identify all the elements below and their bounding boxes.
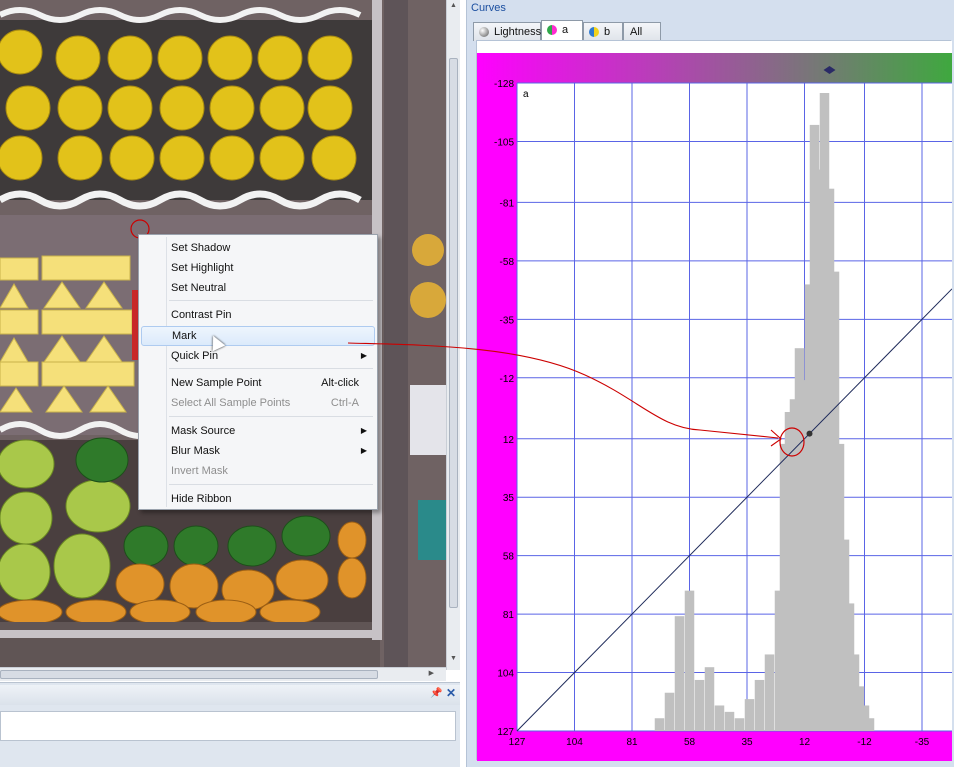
menu-separator [169,484,373,485]
dock-panel-header [0,685,460,705]
tab-b[interactable]: b [583,22,623,41]
y-tick-label: -105 [494,137,514,148]
tab-label: Lightness [494,26,542,38]
menu-item-new-sample-point[interactable]: New Sample Point Alt-click [141,373,375,393]
top-margin [477,41,952,53]
submenu-arrow-icon: ▶ [360,446,367,455]
horizontal-scrollbar[interactable]: ▶ [0,667,446,681]
histogram-bar [704,667,715,731]
tab-label: a [562,24,569,36]
x-tick-label: 127 [509,737,526,748]
channel-label: a [523,89,529,100]
menu-item-hide-ribbon[interactable]: Hide Ribbon [141,489,375,509]
tab-a[interactable]: a [541,20,583,41]
y-tick-label: -35 [500,315,515,326]
menu-item-label: Mark [172,330,197,342]
histogram-bar [754,679,765,731]
histogram-bar [664,692,675,731]
menu-item-shortcut: Alt-click [321,377,359,389]
tab-label: b [604,26,611,38]
menu-item-label: Blur Mask [171,445,220,457]
menu-separator [169,368,373,369]
top-color-ramp [477,53,952,83]
y-tick-label: -12 [500,374,515,385]
scroll-up-icon[interactable]: ▲ [450,2,457,9]
histogram-bar [714,705,725,731]
menu-item-label: Invert Mask [171,465,228,477]
b-channel-icon [589,27,599,37]
context-menu: Set Shadow Set Highlight Set Neutral Contra… [138,234,378,510]
menu-item-label: Quick Pin [171,350,219,362]
menu-separator [169,300,373,301]
menu-item-blur-mask[interactable]: Blur Mask ▶ [141,441,375,461]
x-tick-label: 58 [684,737,696,748]
bottom-dock-panel: 📌 ✕ [0,682,460,767]
pin-icon[interactable]: 📌 [430,688,442,699]
menu-item-label: Mask Source [171,425,236,437]
vertical-scrollbar[interactable]: ▲ ▼ [446,0,460,670]
histogram-bar [694,679,705,731]
lightness-channel-icon [479,27,489,37]
menu-item-label: New Sample Point [171,377,262,389]
histogram-bar [734,718,745,731]
scroll-right-icon[interactable]: ▶ [429,669,434,677]
a-channel-icon [547,25,557,35]
y-tick-label: 58 [503,552,515,563]
tab-all[interactable]: All [623,22,661,41]
menu-item-label: Set Shadow [171,242,231,254]
close-icon[interactable]: ✕ [446,686,456,700]
x-tick-label: -12 [857,737,872,748]
menu-item-label: Contrast Pin [171,309,232,321]
horizontal-scroll-thumb[interactable] [0,670,378,679]
menu-item-label: Set Neutral [171,282,227,294]
histogram-bar [864,718,875,731]
dock-panel-content [0,711,456,741]
menu-item-invert-mask: Invert Mask [141,461,375,481]
curves-graph-frame: 127 104 81 58 35 12 -12 -35 -128 -105 -81 -58 -35 -12… [476,40,952,761]
submenu-arrow-icon: ▶ [360,351,367,360]
menu-item-set-highlight[interactable]: Set Highlight [141,258,375,278]
menu-item-mark[interactable]: Mark [141,326,375,346]
curves-panel-title: Curves [471,2,506,14]
menu-item-set-shadow[interactable]: Set Shadow [141,238,375,258]
y-tick-label: 81 [503,610,515,621]
plot-area [517,83,952,731]
x-tick-label: 81 [626,737,638,748]
y-tick-label: 127 [497,727,514,738]
x-tick-label: 12 [799,737,811,748]
histogram-bar [654,718,665,731]
histogram-bar [674,616,685,731]
y-tick-label: -81 [500,198,515,209]
menu-item-label: Hide Ribbon [171,493,232,505]
curves-panel: Curves Lightness a b All 127 104 81 58 35 12 -… [466,0,954,767]
menu-item-mask-source[interactable]: Mask Source ▶ [141,421,375,441]
menu-item-select-all-sample-points: Select All Sample Points Ctrl-A [141,393,375,413]
menu-item-quick-pin[interactable]: Quick Pin ▶ [141,346,375,366]
tab-lightness[interactable]: Lightness [473,22,541,41]
menu-separator [169,416,373,417]
menu-item-label: Set Highlight [171,262,234,274]
histogram-bar [744,699,755,731]
vertical-scroll-thumb[interactable] [449,58,458,608]
submenu-arrow-icon: ▶ [360,426,367,435]
histogram-bar [724,711,735,731]
curves-chart[interactable]: 127 104 81 58 35 12 -12 -35 -128 -105 -81 -58 -35 -12… [477,41,952,761]
y-tick-label: 104 [497,669,514,680]
x-tick-label: 35 [741,737,753,748]
menu-item-label: Select All Sample Points [171,397,291,409]
menu-item-contrast-pin[interactable]: Contrast Pin [141,305,375,325]
x-tick-label: -35 [915,737,930,748]
x-tick-label: 104 [566,737,583,748]
menu-item-shortcut: Ctrl-A [330,397,359,409]
histogram-bar [684,590,695,731]
y-tick-label: -128 [494,79,514,90]
histogram-bar [764,654,775,731]
curve-mark-point [806,430,813,437]
scroll-down-icon[interactable]: ▼ [450,655,457,662]
y-tick-label: 35 [503,493,515,504]
tab-label: All [630,26,643,38]
menu-item-set-neutral[interactable]: Set Neutral [141,278,375,298]
y-tick-label: -58 [500,257,515,268]
y-tick-label: 12 [503,435,515,446]
